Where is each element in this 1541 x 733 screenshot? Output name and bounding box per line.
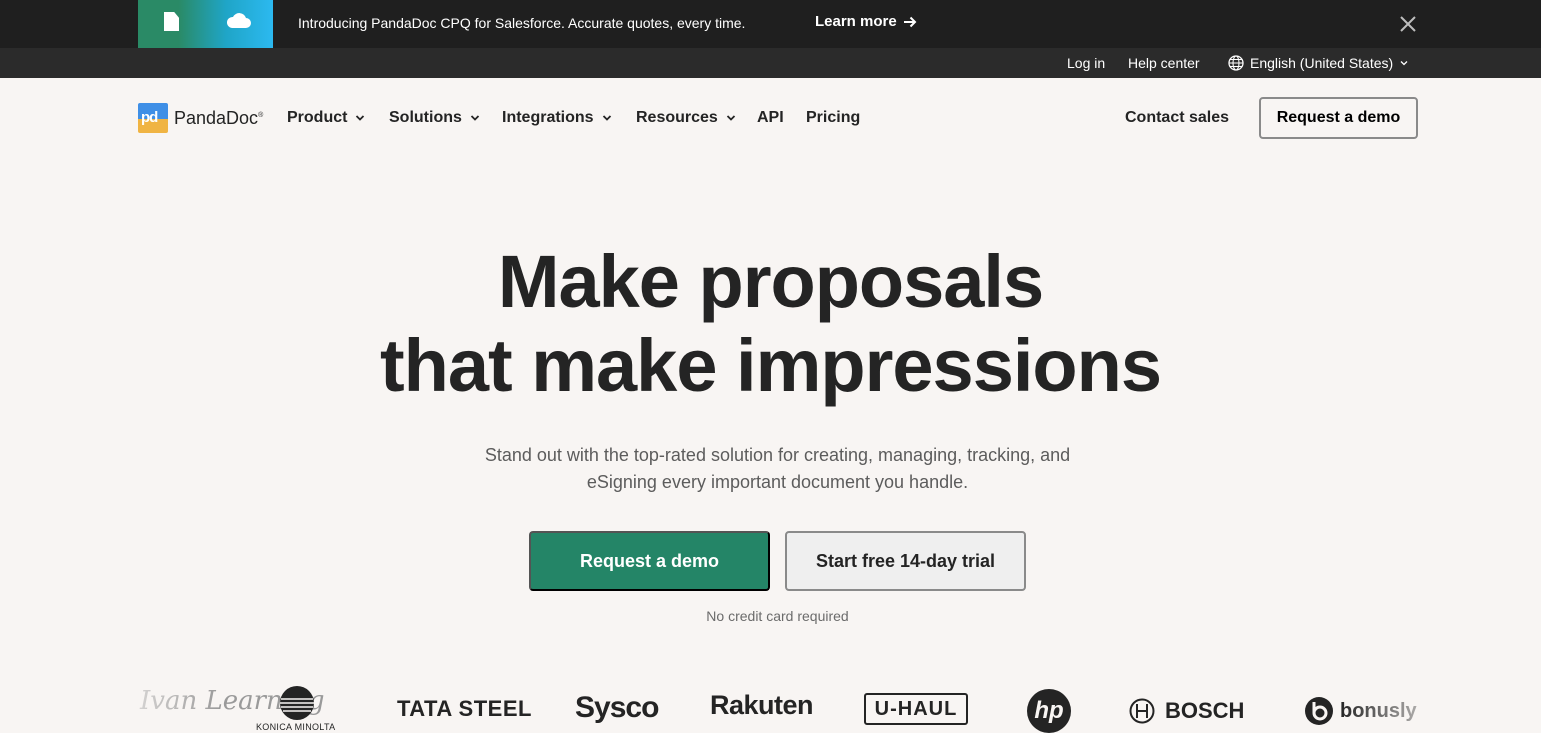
language-selector[interactable]: English (United States)	[1228, 55, 1409, 71]
nav-product[interactable]: Product	[287, 109, 365, 127]
hero-request-demo-button[interactable]: Request a demo	[529, 531, 770, 591]
utility-bar: Log in Help center English (United State…	[0, 48, 1541, 78]
document-icon	[164, 12, 179, 31]
hero-subtitle: Stand out with the top-rated solution fo…	[484, 445, 1071, 492]
start-free-trial-button[interactable]: Start free 14-day trial	[785, 531, 1026, 591]
pandadoc-logo[interactable]: pd PandaDoc®	[138, 103, 263, 133]
nav-request-demo-button[interactable]: Request a demo	[1259, 97, 1418, 139]
brand-name: PandaDoc®	[174, 107, 264, 128]
language-label: English (United States)	[1250, 55, 1394, 71]
learn-more-link[interactable]: Learn more	[815, 13, 917, 30]
chevron-down-icon	[602, 115, 611, 121]
customer-logo-tata-steel: TATA STEEL	[397, 696, 532, 721]
nav-resources-label: Resources	[636, 109, 718, 126]
nav-solutions-label: Solutions	[389, 109, 462, 126]
chevron-down-icon	[726, 115, 735, 121]
close-icon[interactable]	[1396, 12, 1420, 36]
customer-logo-hp: hp	[1027, 689, 1071, 733]
hero-title: Make proposals that make impressions	[0, 240, 1541, 408]
bonusly-mark-icon	[1305, 697, 1333, 725]
chevron-down-icon	[356, 115, 365, 121]
cloud-icon	[226, 13, 251, 28]
promo-banner: Introducing PandaDoc CPQ for Salesforce.…	[0, 0, 1541, 48]
nav-solutions[interactable]: Solutions	[389, 109, 480, 127]
customer-logo-rakuten: Rakuten	[710, 690, 814, 720]
nav-integrations[interactable]: Integrations	[502, 109, 612, 127]
customer-logo-bosch: BOSCH	[1129, 698, 1244, 724]
log-in-link[interactable]: Log in	[1067, 55, 1105, 71]
no-credit-card-note: No credit card required	[706, 608, 849, 624]
customer-logo-uhaul: U-HAUL	[864, 693, 968, 725]
customer-logo-bonusly: bonusly	[1304, 696, 1417, 726]
nav-api[interactable]: API	[757, 109, 784, 127]
contact-sales-link[interactable]: Contact sales	[1125, 109, 1229, 127]
customer-logo-konica-minolta: KONICA MINOLTA	[256, 686, 338, 733]
hero-title-line-2: that make impressions	[380, 324, 1162, 407]
promo-art	[138, 0, 273, 48]
globe-icon	[1228, 55, 1244, 71]
hero-title-line-1: Make proposals	[497, 240, 1044, 323]
chevron-down-icon	[1400, 61, 1408, 66]
pandadoc-logo-icon: pd	[138, 103, 168, 133]
learn-more-label: Learn more	[815, 13, 897, 30]
bosch-armature-icon	[1129, 698, 1155, 724]
nav-resources[interactable]: Resources	[636, 109, 736, 127]
nav-pricing-label: Pricing	[806, 109, 861, 126]
nav-api-label: API	[757, 109, 784, 126]
promo-text: Introducing PandaDoc CPQ for Salesforce.…	[298, 15, 746, 31]
customer-logo-sysco: Sysco	[575, 691, 659, 724]
nav-pricing[interactable]: Pricing	[806, 109, 860, 127]
main-nav: pd PandaDoc® Product Solutions Integrati…	[0, 78, 1541, 158]
customer-logos: Ivan Learning KONICA MINOLTA TATA STEEL …	[0, 680, 1541, 733]
konica-minolta-mark	[280, 686, 314, 720]
arrow-right-icon	[903, 16, 917, 27]
nav-product-label: Product	[287, 109, 348, 126]
nav-integrations-label: Integrations	[502, 109, 594, 126]
help-center-link[interactable]: Help center	[1128, 55, 1200, 71]
chevron-down-icon	[470, 115, 480, 121]
